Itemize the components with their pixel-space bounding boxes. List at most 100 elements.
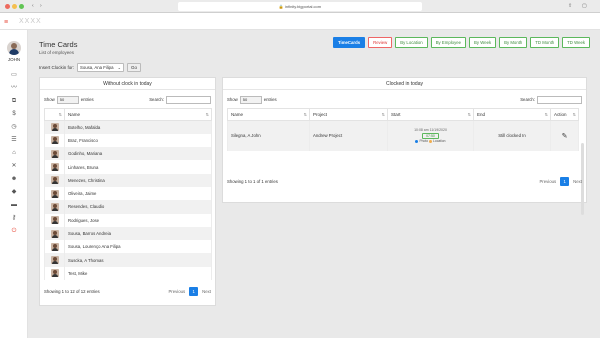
sidebar: JOHN ▭ 〰 ⧉ $ ◷ ☰ ⌂ ✕ ☻ ◆ ▬ ⚷ ⏻ (0, 30, 28, 338)
action-header-label: Action (554, 112, 567, 117)
table-row[interactable]: Braz, Francisco (44, 133, 212, 148)
table-row[interactable]: Linhares, Bruna (44, 160, 212, 174)
go-button[interactable]: Go (127, 63, 142, 72)
hierarchy-icon[interactable]: ⧉ (9, 97, 19, 106)
page-1-button[interactable]: 1 (189, 287, 199, 296)
main-content: Time Cards List of employees TimeCards R… (28, 30, 600, 338)
key-icon[interactable]: ⚷ (9, 214, 19, 223)
employee-photo-cell (44, 213, 65, 227)
pagination: Previous 1 Next (539, 177, 582, 186)
employee-photo-cell (44, 160, 65, 174)
photo-column-header[interactable]: ⇅ (44, 108, 65, 121)
legend-photo: Photo (419, 139, 429, 143)
maximize-window-button[interactable] (19, 4, 24, 9)
sort-icon: ⇅ (303, 112, 307, 117)
previous-page-link[interactable]: Previous (539, 177, 556, 186)
table-row[interactable]: Suscka, A Thomas (44, 253, 212, 267)
start-column-header[interactable]: Start ⇅ (387, 108, 474, 121)
end-column-header[interactable]: End ⇅ (473, 108, 551, 121)
table-row[interactable]: Botelho, Mafalda (44, 120, 212, 134)
employee-photo-cell (44, 133, 65, 148)
tab-by-location[interactable]: By Location (395, 37, 428, 48)
clock-icon[interactable]: ◷ (9, 123, 19, 132)
avatar[interactable] (7, 41, 21, 55)
table-row[interactable]: Resendes, Claudio (44, 200, 212, 214)
table-row[interactable]: Godinho, Mariana (44, 147, 212, 161)
previous-page-link[interactable]: Previous (168, 287, 185, 296)
panel-title: Without clock in today (40, 78, 215, 90)
employee-photo (50, 256, 59, 265)
tab-td-month[interactable]: TD Month (530, 37, 560, 48)
employee-photo (50, 163, 59, 172)
share-icon[interactable]: ⇧ (568, 3, 572, 10)
forward-icon[interactable]: › (40, 3, 42, 10)
employee-name-cell: Braz, Francisco (64, 133, 212, 148)
panel-title: Clocked in today (223, 78, 586, 90)
next-page-link[interactable]: Next (573, 177, 582, 186)
minimize-window-button[interactable] (12, 4, 17, 9)
page-title: Time Cards (39, 40, 78, 49)
url-text: infinity.bigportal.com (284, 4, 322, 9)
employee-photo-cell (44, 240, 65, 254)
page-1-button[interactable]: 1 (560, 177, 570, 186)
employee-name-cell: Rodrigues, Jose (64, 213, 212, 227)
employee-photo (50, 149, 59, 158)
tools-icon[interactable]: ✕ (9, 162, 19, 171)
action-column-header[interactable]: Action ⇅ (550, 108, 579, 121)
clocked-in-panel: Clocked in today Show 50 entries Search: N… (222, 77, 587, 215)
power-icon[interactable]: ⏻ (9, 227, 19, 236)
search-input[interactable] (537, 95, 582, 104)
employee-name-cell: Botelho, Mafalda (64, 120, 212, 134)
table-row[interactable]: Sousa, Barros Andreia (44, 226, 212, 241)
page-length-select[interactable]: 50 (239, 95, 262, 104)
search-label: Search: (149, 97, 164, 102)
employee-photo-cell (44, 253, 65, 267)
tab-by-week[interactable]: By Week (469, 37, 497, 48)
table-row[interactable]: Oliveira, Jaime (44, 186, 212, 201)
table-row[interactable]: Silegna, A John Andrew Project 10:08 am … (227, 120, 579, 151)
employee-select-value: Sousa, Ana Filipa (80, 65, 114, 70)
project-column-header[interactable]: Project ⇅ (309, 108, 388, 121)
without-clockin-panel: Without clock in today Show 50 entries Sea… (39, 77, 216, 306)
tab-timecards[interactable]: TimeCards (332, 37, 366, 48)
employees-table-body: Botelho, Mafalda Braz, Francisco Godinho, … (44, 120, 212, 281)
name-column-header[interactable]: Name ⇅ (64, 108, 212, 121)
tabs-icon[interactable]: ▢ (582, 3, 587, 10)
employee-photo (50, 176, 59, 185)
brand-logo: XXXX (19, 18, 42, 25)
name-column-header[interactable]: Name ⇅ (227, 108, 310, 121)
back-icon[interactable]: ‹ (32, 3, 34, 10)
dollar-icon[interactable]: $ (9, 110, 19, 119)
clocked-in-table: Name ⇅ Project ⇅ Start ⇅ End ⇅ Action ⇅ Sileg… (227, 108, 579, 151)
hamburger-icon[interactable]: ≡ (4, 19, 8, 26)
table-row[interactable]: Test, Mike (44, 266, 212, 281)
tag-icon[interactable]: ◆ (9, 188, 19, 197)
table-row[interactable]: Sousa, Lourenço Ana Filipa (44, 240, 212, 254)
browser-chrome: ‹ › 🔒 infinity.bigportal.com ⇧ ▢ (0, 0, 600, 13)
employee-name-cell: Oliveira, Jaime (64, 186, 212, 201)
employee-name-cell: Suscka, A Thomas (64, 253, 212, 267)
edit-icon[interactable]: ✎ (550, 120, 579, 151)
tab-td-week[interactable]: TD Week (562, 37, 590, 48)
tab-review[interactable]: Review (368, 37, 393, 48)
bank-icon[interactable]: ⌂ (9, 149, 19, 158)
address-bar[interactable]: 🔒 infinity.bigportal.com (178, 2, 422, 11)
folder-icon[interactable]: ▬ (9, 201, 19, 210)
employee-select[interactable]: Sousa, Ana Filipa ⌄ (77, 63, 125, 72)
search-input[interactable] (166, 95, 211, 104)
page-length-select[interactable]: 50 (56, 95, 79, 104)
monitor-icon[interactable]: ▭ (9, 71, 19, 80)
tab-by-month[interactable]: By Month (499, 37, 528, 48)
table-row[interactable]: Rodrigues, Jose (44, 213, 212, 227)
tab-by-employee[interactable]: By Employee (430, 37, 467, 48)
next-page-link[interactable]: Next (202, 287, 211, 296)
close-window-button[interactable] (5, 4, 10, 9)
sort-icon: ⇅ (544, 112, 548, 117)
list-icon[interactable]: ☰ (9, 136, 19, 145)
chart-icon[interactable]: 〰 (9, 84, 19, 93)
user-plus-icon[interactable]: ☻ (9, 175, 19, 184)
employee-name-cell: Linhares, Bruna (64, 160, 212, 174)
name-header-label: Name (231, 112, 244, 117)
table-row[interactable]: Menezes, Christina (44, 173, 212, 187)
project-cell: Andrew Project (309, 120, 388, 151)
